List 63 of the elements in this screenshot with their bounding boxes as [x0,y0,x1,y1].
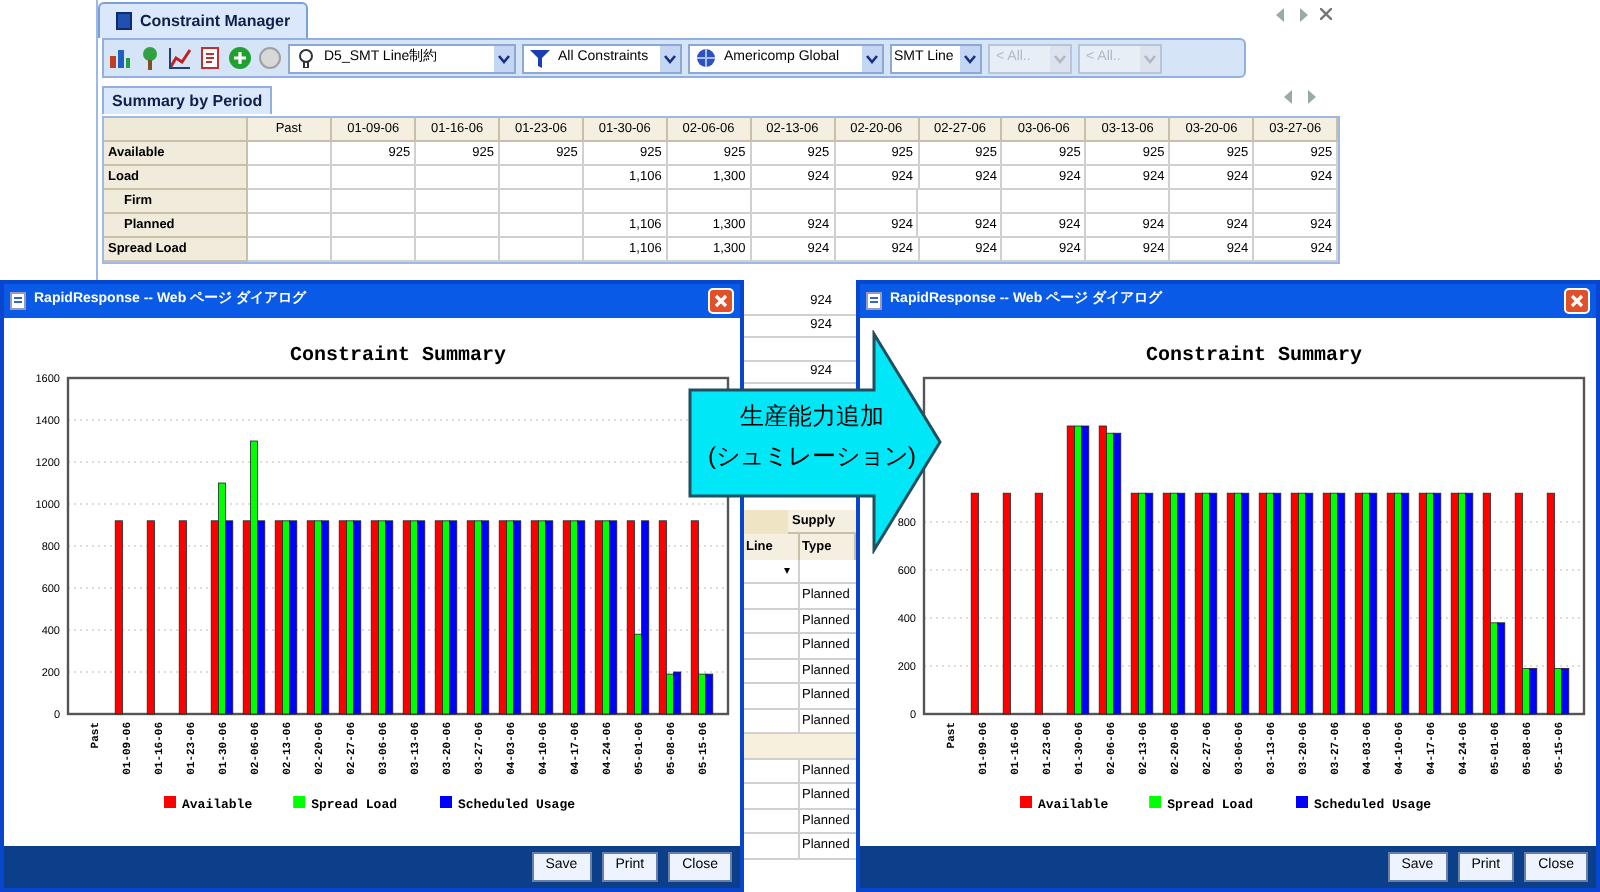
table-cell [835,190,919,214]
table-cell [583,190,668,214]
window-tab[interactable]: Constraint Manager [98,2,309,38]
caret-icon [1140,45,1160,71]
table-cell [332,190,417,214]
window-icon [116,12,132,30]
legend-swatch [1020,796,1032,808]
group-band [744,734,856,758]
table-cell [918,190,1003,214]
table-cell [247,214,333,238]
chart-title: Constraint Summary [1145,346,1363,368]
document-icon[interactable] [198,46,222,70]
chart-title: Constraint Summary [289,346,507,368]
table-cell [247,190,333,214]
close-icon[interactable] [1320,8,1332,20]
table-cell [1002,190,1087,214]
header-cell [104,118,247,142]
table-cell [416,166,501,190]
callout-text: 生産能力追加 [740,400,884,434]
table-cell [332,238,417,262]
bulb-icon [296,48,316,68]
caret-icon [1050,45,1070,71]
legend-swatch [1296,796,1308,808]
table-cell [247,166,333,190]
left-arrow-icon[interactable] [1284,90,1294,104]
callout-text: (シュミレーション) [708,440,916,474]
table-cell [500,190,584,214]
page-icon [10,292,26,310]
legend-swatch [164,796,176,808]
table-cell [1170,190,1255,214]
tree-icon[interactable] [138,46,162,70]
table-cell [247,238,333,262]
left-arrow-icon[interactable] [1276,8,1286,22]
caret-icon [660,45,680,71]
table-cell [500,238,584,262]
header-cell [744,510,788,534]
legend-swatch [1149,796,1162,808]
legend-swatch [440,796,452,808]
table-cell [247,142,333,166]
table-cell [667,190,752,214]
table-cell [332,214,417,238]
plus-icon[interactable] [228,46,252,70]
table-cell [416,190,501,214]
right-arrow-icon[interactable] [1298,8,1308,22]
table-cell [500,166,584,190]
caret-icon [960,45,980,71]
table-cell [332,166,417,190]
table-cell [500,214,584,238]
view-tab[interactable]: Summary by Period [102,86,273,114]
table-cell [751,190,836,214]
legend-swatch [293,796,306,808]
table-cell [416,214,501,238]
chart-icon[interactable] [108,46,132,70]
page-icon [866,292,882,310]
globe-icon [696,48,716,68]
right-arrow-icon[interactable] [1306,90,1316,104]
table-cell [1254,190,1338,214]
table-cell [1086,190,1171,214]
caret-icon [862,45,882,71]
table-cell [416,238,501,262]
filter-icon [530,48,550,68]
caret-icon [494,45,514,71]
chart-icon[interactable] [168,46,192,70]
